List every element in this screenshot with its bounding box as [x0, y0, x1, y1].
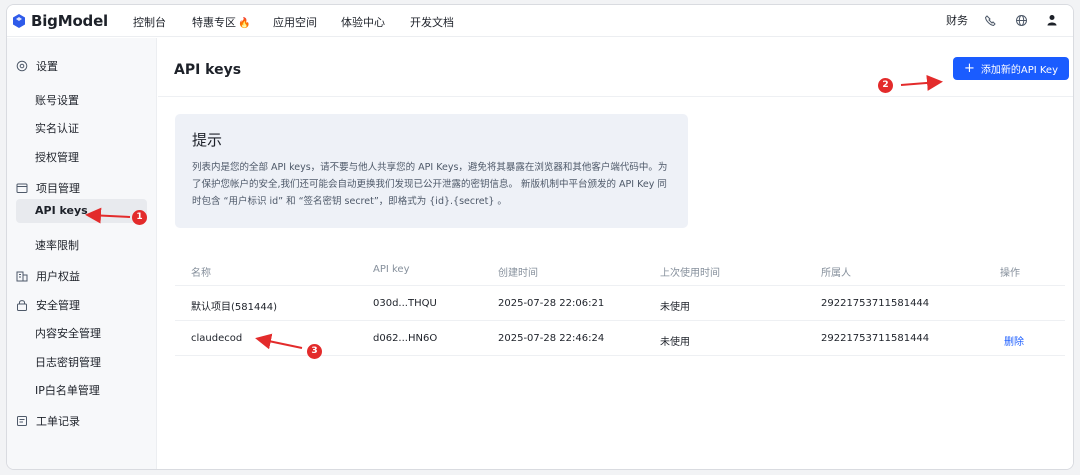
annotation-arrow-2 [900, 74, 943, 91]
annotation-arrow-1 [85, 207, 131, 224]
annotation-badge-1: 1 [132, 210, 147, 225]
annotation-arrows [85, 74, 943, 350]
app-window: BigModel 控制台 特惠专区 🔥 应用空间 体验中心 开发文档 财务 设置 … [6, 4, 1074, 470]
annotation-badge-3: 3 [307, 344, 322, 359]
annotation-badge-2: 2 [878, 78, 893, 93]
annotation-arrow-3 [255, 333, 303, 350]
